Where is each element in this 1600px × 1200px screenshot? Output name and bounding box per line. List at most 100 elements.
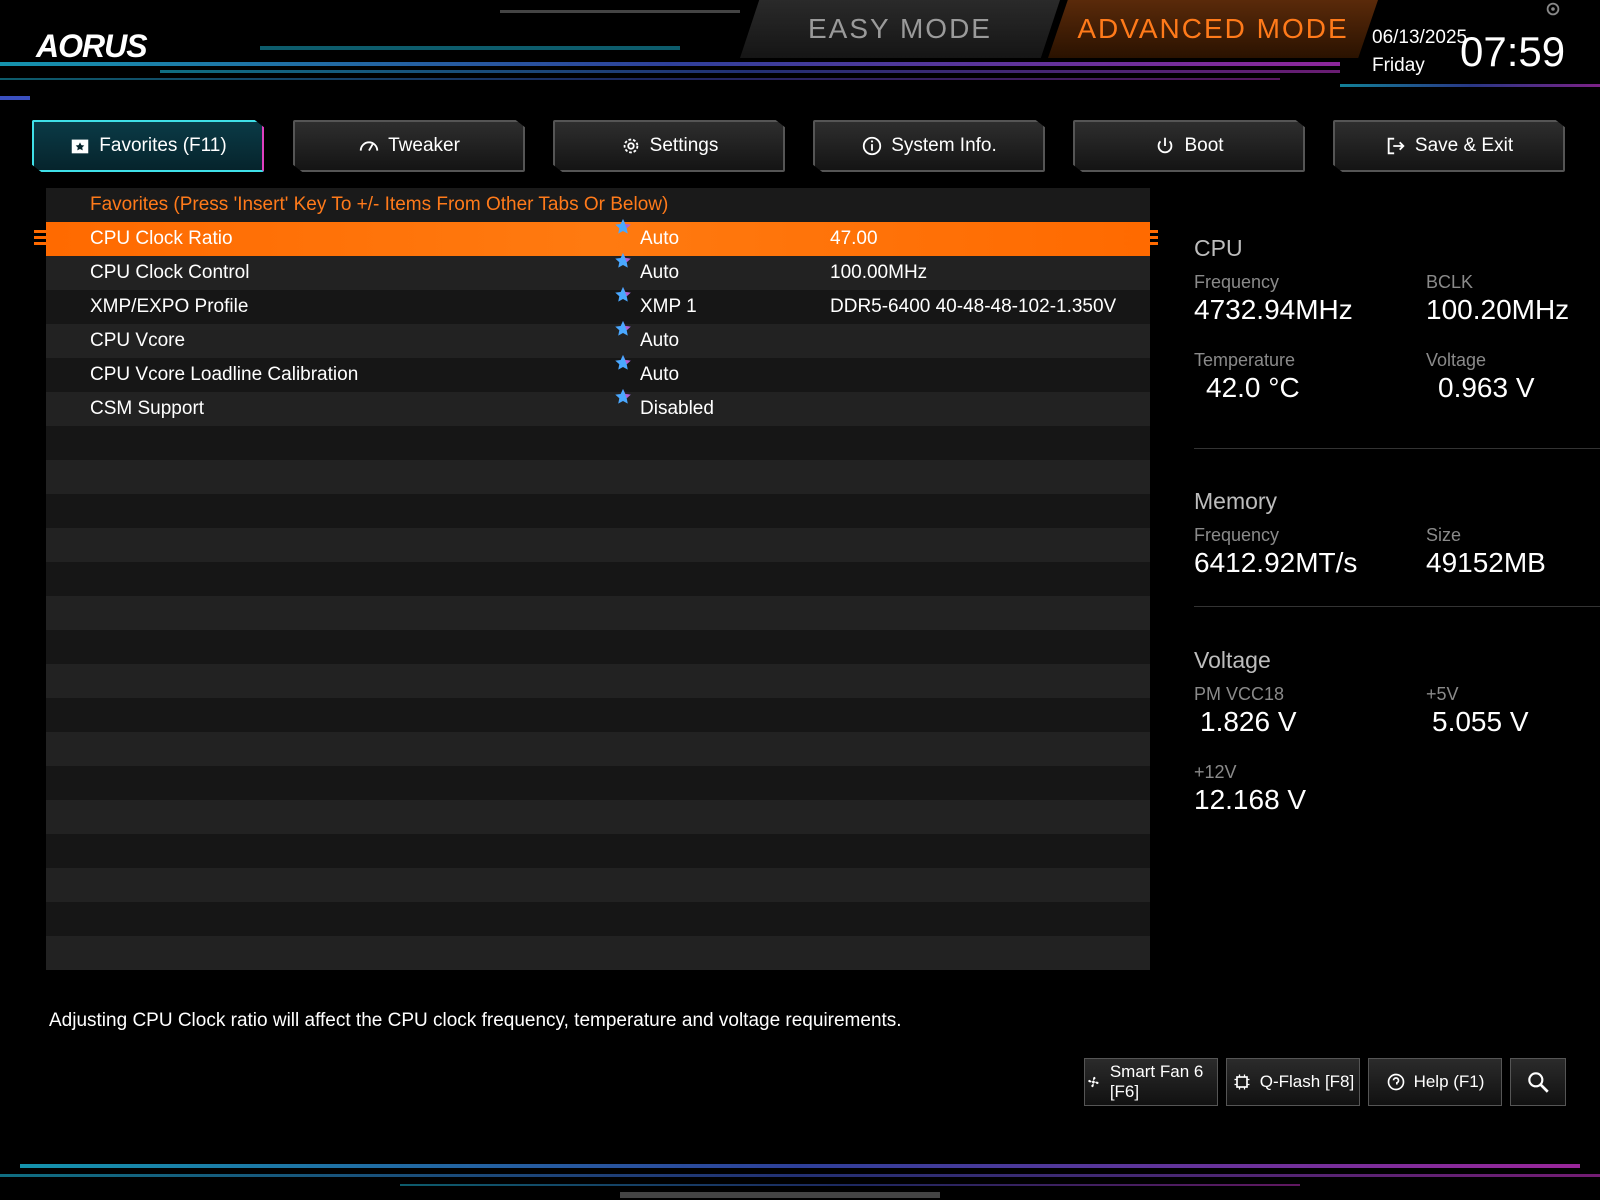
cpu-frequency-value: 4732.94MHz bbox=[1194, 294, 1353, 325]
power-icon bbox=[1158, 137, 1173, 154]
cpu-stats: Frequency 4732.94MHz BCLK 100.20MHz Temp… bbox=[1194, 272, 1600, 426]
gear-icon[interactable] bbox=[1544, 0, 1562, 18]
tab-favorites[interactable]: Favorites (F11) bbox=[32, 120, 264, 172]
cpu-voltage-value: 0.963 V bbox=[1438, 372, 1535, 403]
empty-row bbox=[46, 596, 1150, 630]
star-icon[interactable] bbox=[614, 252, 632, 270]
empty-row bbox=[46, 698, 1150, 732]
empty-row bbox=[46, 630, 1150, 664]
day-text: Friday bbox=[1372, 55, 1425, 76]
memory-section-title: Memory bbox=[1194, 488, 1278, 514]
cpu-temperature-label: Temperature bbox=[1194, 350, 1296, 370]
clock-time: 07:59 bbox=[1460, 28, 1566, 75]
tab-label: System Info. bbox=[891, 135, 997, 156]
voltage-stats: PM VCC18 1.826 V +5V 5.055 V +12V 12.168… bbox=[1194, 684, 1600, 838]
tab-label: Settings bbox=[649, 135, 719, 156]
search-icon bbox=[1528, 1072, 1549, 1093]
search-button[interactable] bbox=[1510, 1058, 1566, 1106]
setting-name: CSM Support bbox=[90, 398, 205, 419]
favorite-item-row[interactable]: CPU Vcore Loadline Calibration Auto bbox=[46, 354, 1150, 392]
empty-row bbox=[46, 834, 1150, 868]
favorite-item-row[interactable]: XMP/EXPO Profile XMP 1 DDR5-6400 40-48-48-… bbox=[46, 286, 1150, 324]
help-icon bbox=[1387, 1073, 1404, 1091]
memory-size-label: Size bbox=[1426, 525, 1462, 545]
panel-divider bbox=[1194, 606, 1600, 607]
favorites-rows: CPU Clock Ratio Auto 47.00 CPU Clock Contro… bbox=[34, 218, 1158, 970]
memory-frequency-label: Frequency bbox=[1194, 525, 1280, 545]
pmvcc18-value: 1.826 V bbox=[1200, 706, 1297, 737]
voltage-section-title: Voltage bbox=[1194, 647, 1271, 673]
smart-fan-button[interactable]: Smart Fan 6 [F6] bbox=[1084, 1058, 1218, 1106]
gear-icon bbox=[623, 138, 639, 154]
bclk-value: 100.20MHz bbox=[1426, 294, 1570, 325]
tab-boot[interactable]: Boot bbox=[1073, 120, 1305, 172]
favorite-item-row[interactable]: CPU Vcore Auto bbox=[46, 320, 1150, 358]
empty-row bbox=[46, 732, 1150, 766]
setting-name: CPU Clock Control bbox=[90, 262, 250, 283]
tab-save-exit[interactable]: Save & Exit bbox=[1333, 120, 1565, 172]
favorite-item-row[interactable]: CPU Clock Control Auto 100.00MHz bbox=[46, 252, 1150, 290]
empty-row bbox=[46, 902, 1150, 936]
cpu-temperature-value: 42.0 °C bbox=[1206, 372, 1300, 403]
fan-icon bbox=[1088, 1076, 1099, 1088]
tab-settings[interactable]: Settings bbox=[553, 120, 785, 172]
favorites-header: Favorites (Press 'Insert' Key To +/- Ite… bbox=[46, 188, 1150, 222]
star-icon[interactable] bbox=[614, 388, 632, 406]
v12-label: +12V bbox=[1194, 762, 1237, 782]
easy-mode-tab[interactable]: EASY MODE bbox=[740, 0, 1060, 58]
tab-system-info[interactable]: System Info. bbox=[813, 120, 1045, 172]
item-description: Adjusting CPU Clock ratio will affect th… bbox=[49, 1010, 902, 1031]
system-status-panel: CPU Frequency 4732.94MHz BCLK 100.20MHz … bbox=[1194, 235, 1600, 838]
empty-row bbox=[46, 800, 1150, 834]
setting-value[interactable]: XMP 1 bbox=[640, 290, 697, 324]
setting-name: CPU Vcore Loadline Calibration bbox=[90, 364, 359, 385]
star-icon[interactable] bbox=[614, 320, 632, 338]
memory-size-value: 49152MB bbox=[1426, 547, 1546, 578]
cpu-section-title: CPU bbox=[1194, 235, 1243, 261]
panel-divider bbox=[1194, 448, 1600, 449]
favorite-item-row[interactable]: CSM Support Disabled bbox=[46, 388, 1150, 426]
setting-current: 100.00MHz bbox=[830, 262, 928, 283]
date-display: 06/13/2025 Friday bbox=[1372, 24, 1467, 80]
tab-label: Boot bbox=[1184, 135, 1224, 156]
tab-label: Save & Exit bbox=[1414, 135, 1514, 156]
memory-stats: Frequency 6412.92MT/s Size 49152MB bbox=[1194, 525, 1600, 603]
v5-label: +5V bbox=[1426, 684, 1459, 704]
footer-decoration bbox=[0, 1164, 1600, 1198]
favorite-item-row[interactable]: CPU Clock Ratio Auto 47.00 bbox=[34, 218, 1158, 256]
cpu-frequency-label: Frequency bbox=[1194, 272, 1280, 292]
star-icon[interactable] bbox=[614, 354, 632, 372]
qflash-label: Q-Flash [F8] bbox=[1259, 1072, 1355, 1091]
setting-value[interactable]: Disabled bbox=[640, 392, 714, 426]
setting-value[interactable]: Auto bbox=[640, 256, 679, 290]
help-button[interactable]: Help (F1) bbox=[1368, 1058, 1502, 1106]
setting-value[interactable]: Auto bbox=[640, 358, 679, 392]
advanced-mode-tab[interactable]: ADVANCED MODE bbox=[1048, 0, 1378, 58]
setting-name: CPU Clock Ratio bbox=[90, 228, 233, 249]
help-label: Help (F1) bbox=[1413, 1072, 1485, 1091]
bclk-label: BCLK bbox=[1426, 272, 1474, 292]
setting-value[interactable]: Auto bbox=[640, 222, 679, 256]
favorites-icon bbox=[72, 139, 89, 154]
info-icon bbox=[863, 136, 882, 156]
setting-name: CPU Vcore bbox=[90, 330, 186, 351]
empty-row bbox=[46, 766, 1150, 800]
empty-row bbox=[46, 562, 1150, 596]
star-icon[interactable] bbox=[614, 218, 632, 236]
speedometer-icon bbox=[359, 141, 379, 152]
setting-value[interactable]: Auto bbox=[640, 324, 679, 358]
setting-current: 47.00 bbox=[830, 228, 878, 249]
tab-tweaker[interactable]: Tweaker bbox=[293, 120, 525, 172]
tab-label: Favorites (F11) bbox=[99, 135, 227, 156]
qflash-button[interactable]: Q-Flash [F8] bbox=[1226, 1058, 1360, 1106]
star-icon[interactable] bbox=[614, 286, 632, 304]
cpu-voltage-label: Voltage bbox=[1426, 350, 1487, 370]
v12-value: 12.168 V bbox=[1194, 784, 1307, 815]
exit-icon bbox=[1387, 137, 1405, 155]
setting-current: DDR5-6400 40-48-48-102-1.350V bbox=[830, 296, 1117, 317]
chip-icon bbox=[1234, 1074, 1250, 1090]
empty-row bbox=[46, 426, 1150, 460]
pmvcc18-label: PM VCC18 bbox=[1194, 684, 1285, 704]
date-text: 06/13/2025 bbox=[1372, 27, 1468, 48]
main-tabs: Favorites (F11) Tweaker Settings System … bbox=[32, 120, 1572, 172]
